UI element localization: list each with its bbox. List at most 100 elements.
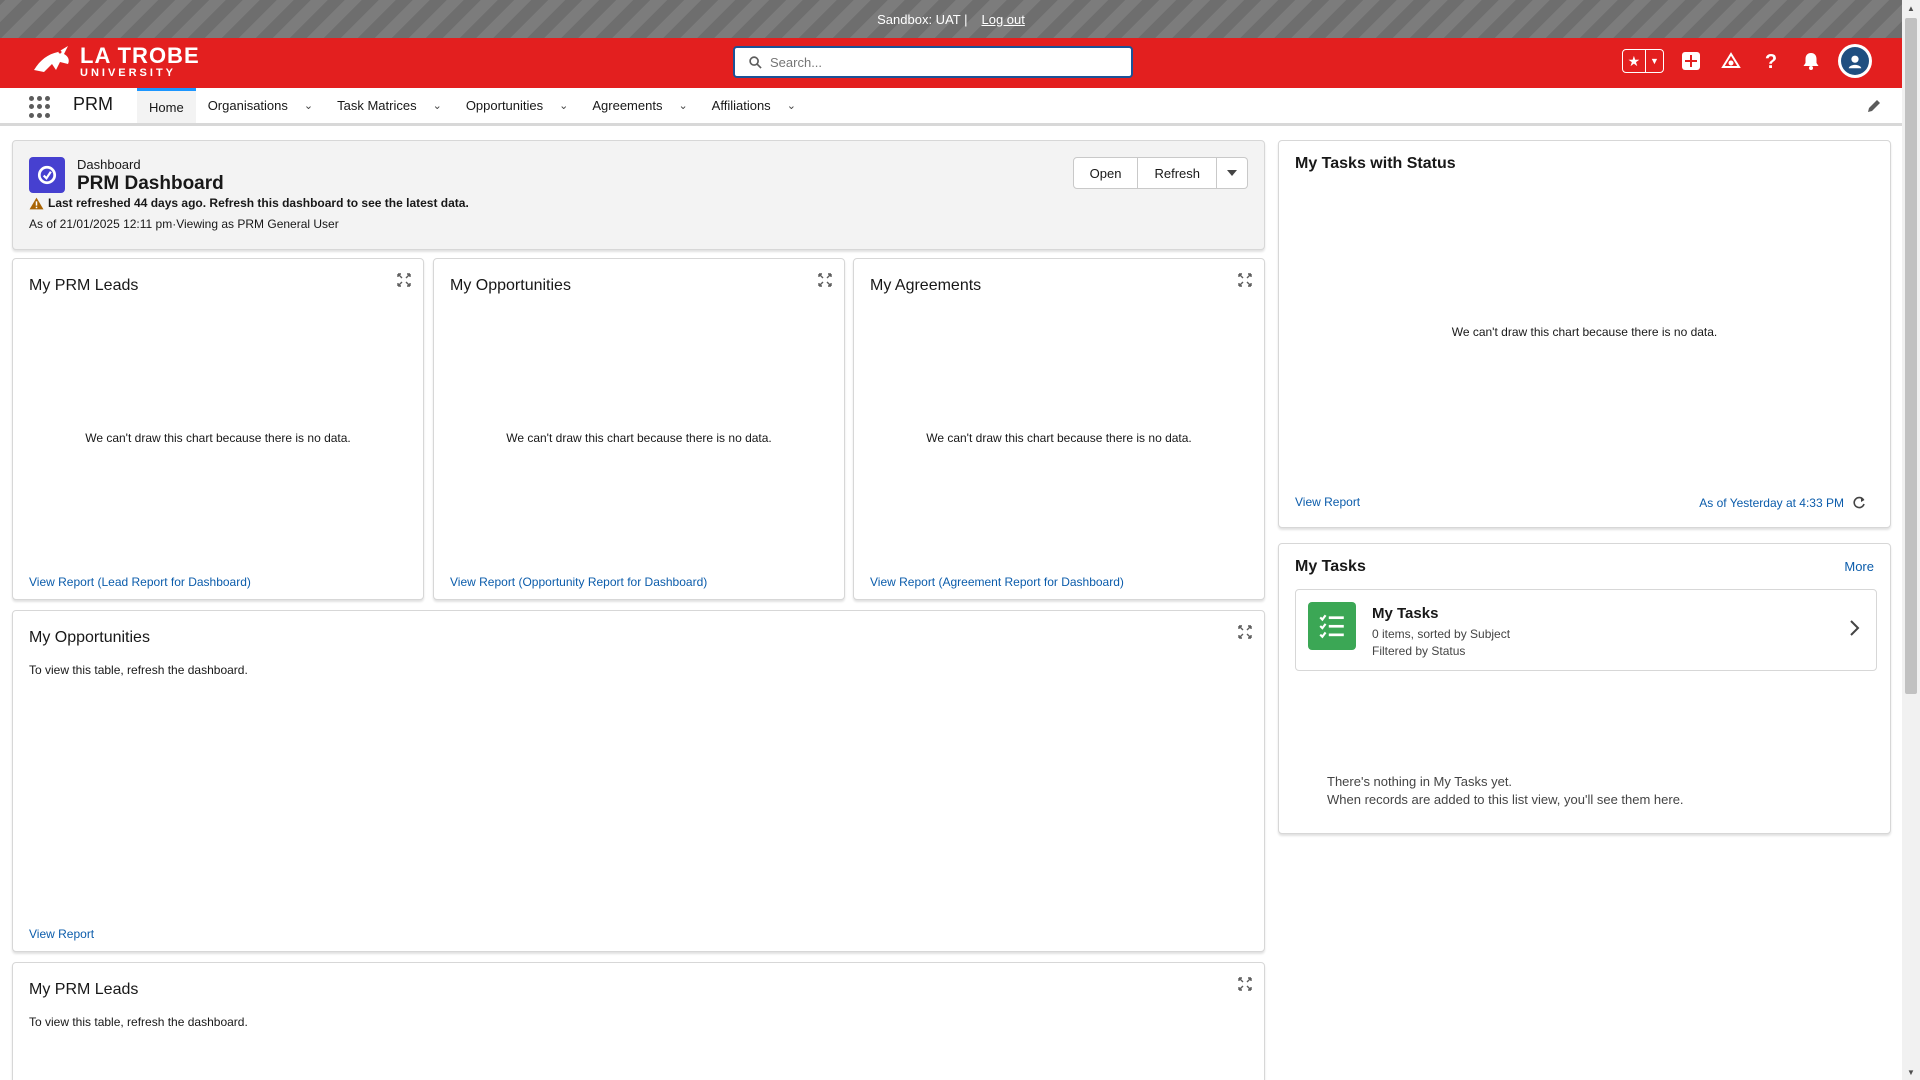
widget-my-tasks: My Tasks More My Tasks 0 items, sorted b… [1278,543,1891,834]
search-icon [749,55,762,69]
dashboard-content: Dashboard PRM Dashboard Last refreshed 4… [0,126,1902,1080]
app-navigation: PRM Home Organisations ⌄ Task Matrices ⌄… [0,88,1902,126]
page-scrollbar[interactable]: ▲ ▼ [1902,0,1920,1080]
widget-title: My Tasks with Status [1295,155,1456,172]
view-report-link[interactable]: View Report (Opportunity Report for Dash… [450,575,707,589]
refresh-icon[interactable] [1852,496,1866,510]
svg-text:?: ? [1765,51,1777,71]
widget-title: My Opportunities [29,629,150,646]
more-link[interactable]: More [1844,559,1874,574]
tab-home[interactable]: Home [137,88,196,123]
waffle-icon[interactable] [29,96,51,118]
help-icon[interactable]: ? [1758,48,1784,74]
tab-label: Organisations [207,98,288,113]
widget-my-prm-leads-table: My PRM Leads To view this table, refresh… [12,962,1265,1080]
widget-title: My Opportunities [450,277,571,294]
logout-link[interactable]: Log out [981,12,1024,27]
no-data-message: We can't draw this chart because there i… [926,431,1192,445]
logo-line1: LA TROBE [80,43,200,68]
chevron-down-icon[interactable]: ⌄ [433,99,442,112]
tab-label: Task Matrices [337,98,417,113]
tab-organisations[interactable]: Organisations ⌄ [196,88,325,123]
no-data-message: We can't draw this chart because there i… [1451,325,1718,339]
add-icon[interactable] [1678,48,1704,74]
page-title: PRM Dashboard [77,173,224,194]
scroll-down-icon[interactable]: ▼ [1902,1064,1920,1080]
pencil-icon[interactable] [1866,98,1882,114]
tab-label: Affiliations [711,98,771,113]
refresh-warning: Last refreshed 44 days ago. Refresh this… [29,196,469,210]
app-name: PRM [73,94,113,114]
view-report-link[interactable]: View Report [29,927,94,941]
search-input[interactable] [770,54,1090,70]
as-of-label: As of Yesterday at 4:33 PM [1699,496,1844,510]
chevron-right-icon[interactable] [1848,618,1862,638]
dashboard-icon [29,157,65,193]
list-view-card[interactable]: My Tasks 0 items, sorted by Subject Filt… [1295,589,1877,671]
task-list-icon [1308,602,1356,650]
widget-title: My Tasks [1295,558,1366,575]
as-of-text: As of 21/01/2025 12:11 pm·Viewing as PRM… [29,217,339,231]
university-logo[interactable]: LA TROBE UNIVERSITY [30,42,200,82]
star-icon[interactable]: ★ [1623,50,1646,72]
chevron-down-icon[interactable]: ⌄ [559,99,568,112]
warning-icon [29,197,44,209]
dashboard-header: Dashboard PRM Dashboard Last refreshed 4… [12,140,1265,250]
widget-my-opportunities: My Opportunities We can't draw this char… [433,258,845,600]
empty-state-text: When records are added to this list view… [1327,792,1684,807]
tab-task-matrices[interactable]: Task Matrices ⌄ [325,88,454,123]
favorites-button[interactable]: ★ ▼ [1622,49,1664,73]
global-search[interactable] [733,46,1133,78]
chart-timestamp: As of Yesterday at 4:33 PM [1699,496,1866,510]
widget-title: My PRM Leads [29,277,139,294]
more-actions-button[interactable] [1217,157,1248,189]
list-view-filter: Filtered by Status [1372,644,1466,658]
avatar[interactable] [1838,44,1872,78]
tab-label: Agreements [592,98,663,113]
expand-icon[interactable] [818,273,832,287]
open-button[interactable]: Open [1072,157,1139,189]
expand-icon[interactable] [1238,977,1252,991]
tab-agreements[interactable]: Agreements ⌄ [580,88,699,123]
chevron-down-icon[interactable]: ⌄ [678,99,687,112]
no-data-message: We can't draw this chart because there i… [85,431,351,445]
chevron-down-icon[interactable]: ⌄ [304,99,313,112]
widget-my-prm-leads: My PRM Leads We can't draw this chart be… [12,258,424,600]
view-report-link[interactable]: View Report (Lead Report for Dashboard) [29,575,251,589]
view-report-link[interactable]: View Report (Agreement Report for Dashbo… [870,575,1124,589]
expand-icon[interactable] [1238,625,1252,639]
widget-title: My Agreements [870,277,982,294]
view-report-link[interactable]: View Report [1295,495,1360,509]
tab-opportunities[interactable]: Opportunities ⌄ [454,88,581,123]
chevron-down-icon[interactable]: ⌄ [787,99,796,112]
sandbox-label: Sandbox: UAT | [877,11,968,27]
chevron-down-icon[interactable]: ▼ [1646,50,1663,72]
logo-line2: UNIVERSITY [80,67,177,79]
table-message: To view this table, refresh the dashboar… [29,663,248,677]
logo-emblem-icon [34,46,69,72]
scrollbar-thumb[interactable] [1905,18,1917,694]
header-actions: ★ ▼ ? [1622,44,1872,78]
widget-my-opportunities-table: My Opportunities To view this table, ref… [12,610,1265,952]
expand-icon[interactable] [397,273,411,287]
page: Sandbox: UAT | Log out LA TROBE UNIVERSI… [0,0,1902,1080]
warning-text: Last refreshed 44 days ago. Refresh this… [48,196,469,210]
user-avatar-icon [1841,47,1869,75]
table-message: To view this table, refresh the dashboar… [29,1015,248,1029]
list-view-sort: 0 items, sorted by Subject [1372,627,1511,641]
dashboard-kicker: Dashboard [77,157,141,172]
tab-label: Home [149,99,184,115]
empty-state-title: There's nothing in My Tasks yet. [1327,774,1513,789]
sandbox-banner: Sandbox: UAT | Log out [0,0,1902,38]
trailhead-icon[interactable] [1718,48,1744,74]
dashboard-actions: Open Refresh [1072,157,1248,189]
tab-label: Opportunities [465,98,544,113]
refresh-button[interactable]: Refresh [1138,157,1217,189]
scroll-up-icon[interactable]: ▲ [1902,0,1920,16]
expand-icon[interactable] [1238,273,1252,287]
tab-affiliations[interactable]: Affiliations ⌄ [700,88,808,123]
widget-my-agreements: My Agreements We can't draw this chart b… [853,258,1265,600]
bell-icon[interactable] [1798,48,1824,74]
global-header: LA TROBE UNIVERSITY ★ ▼ ? [0,38,1902,88]
list-view-name: My Tasks [1372,605,1439,622]
